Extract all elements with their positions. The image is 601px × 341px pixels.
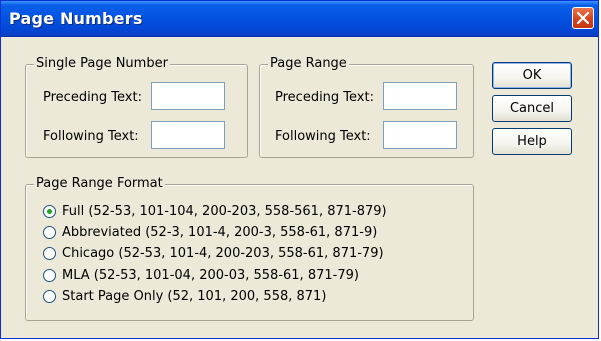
format-option-label: Full (52-53, 101-104, 200-203, 558-561, … (62, 203, 387, 219)
format-option-label: Start Page Only (52, 101, 200, 558, 871) (62, 288, 327, 304)
range-following-label: Following Text: (275, 129, 371, 144)
range-following-input[interactable] (383, 121, 457, 149)
format-radio-full[interactable] (43, 204, 56, 218)
title-bar[interactable]: Page Numbers (1, 1, 598, 37)
dialog-title: Page Numbers (9, 9, 143, 28)
close-icon (577, 12, 589, 24)
format-option-label: Abbreviated (52-3, 101-4, 200-3, 558-61,… (62, 224, 378, 240)
format-option-abbreviated[interactable]: Abbreviated (52-3, 101-4, 200-3, 558-61,… (43, 223, 377, 241)
single-page-number-legend: Single Page Number (34, 56, 170, 72)
format-option-mla[interactable]: MLA (52-53, 101-04, 200-03, 558-61, 871-… (43, 266, 359, 284)
format-radio-start-page-only[interactable] (43, 289, 56, 303)
format-option-start-page-only[interactable]: Start Page Only (52, 101, 200, 558, 871) (43, 287, 326, 305)
close-button[interactable] (572, 7, 594, 29)
single-following-label: Following Text: (43, 129, 139, 144)
help-button[interactable]: Help (492, 128, 572, 155)
format-option-full[interactable]: Full (52-53, 101-104, 200-203, 558-561, … (43, 202, 387, 220)
format-option-label: Chicago (52-53, 101-4, 200-203, 558-61, … (62, 245, 384, 261)
single-preceding-label: Preceding Text: (43, 90, 142, 105)
format-radio-mla[interactable] (43, 268, 56, 282)
page-range-legend: Page Range (268, 56, 349, 72)
format-radio-chicago[interactable] (43, 246, 56, 260)
format-radio-abbreviated[interactable] (43, 225, 56, 239)
page-range-format-legend: Page Range Format (34, 176, 165, 192)
single-following-input[interactable] (151, 121, 225, 149)
page-range-group: Page Range Preceding Text: Following Tex… (259, 56, 474, 158)
cancel-button[interactable]: Cancel (492, 95, 572, 122)
range-preceding-input[interactable] (383, 82, 457, 110)
single-preceding-input[interactable] (151, 82, 225, 110)
format-option-chicago[interactable]: Chicago (52-53, 101-4, 200-203, 558-61, … (43, 244, 384, 262)
page-numbers-dialog: Page Numbers Single Page Number Precedin… (0, 0, 599, 339)
single-page-number-group: Single Page Number Preceding Text: Follo… (25, 56, 248, 158)
ok-button[interactable]: OK (492, 62, 572, 89)
format-option-label: MLA (52-53, 101-04, 200-03, 558-61, 871-… (62, 267, 359, 283)
range-preceding-label: Preceding Text: (275, 90, 374, 105)
